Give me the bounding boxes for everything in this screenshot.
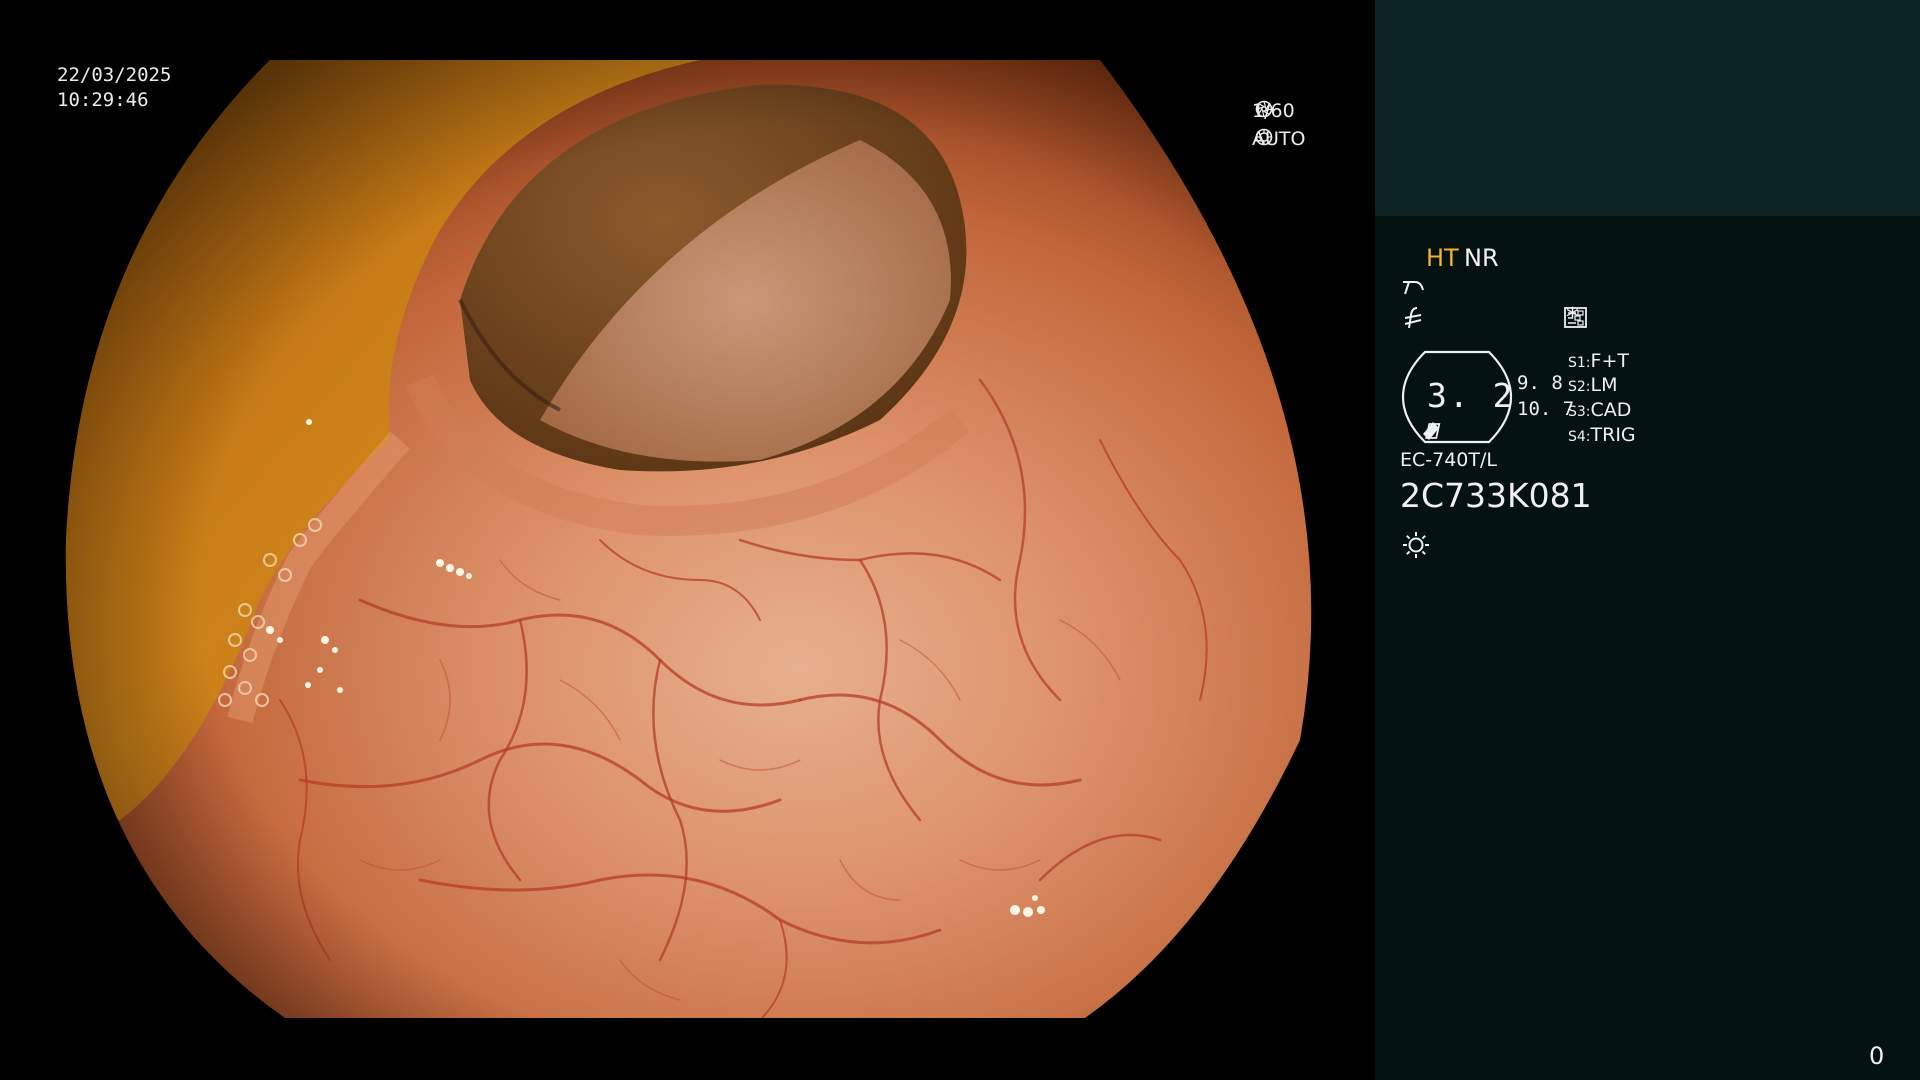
reading-value-b: 10. 7 [1517,398,1575,420]
switch-assignment-4: S4:TRIG [1568,424,1636,446]
panel-header-area [1375,0,1920,216]
scope-model: EC-740T/L [1400,449,1497,471]
switch-value: F+T [1590,350,1629,372]
aperture-icon [1255,100,1273,118]
light-icon [1403,532,1429,558]
switch-assignment-1: S1:F+T [1568,350,1629,372]
mode-ht-label: HT [1426,244,1459,272]
asterisk-indicator: * [1566,303,1579,333]
endoscopic-image: 22/03/2025 10:29:46 1/60 AUTO [0,0,1375,1080]
switch-key: S4: [1568,429,1591,445]
curve-icon [1403,281,1424,295]
iris-icon [1255,128,1273,146]
shutter-speed-readout: 1/60 [1252,100,1295,122]
f-negated-icon [1404,307,1422,329]
info-panel: HT NR * 3. 2 9. 8 10. 7 S1:F+T S2:LM S3:… [1375,0,1920,1080]
switch-value: LM [1590,374,1618,396]
scope-serial-number: 2C733K081 [1400,476,1592,515]
endoscopy-screen: 22/03/2025 10:29:46 1/60 AUTO HT NR * 3.… [0,0,1920,1080]
exam-date: 22/03/2025 [57,64,172,86]
mode-nr-label: NR [1464,244,1499,272]
frame-counter: 0 [1869,1042,1885,1070]
switch-value: CAD [1590,399,1632,421]
switch-key: S2: [1568,379,1591,395]
colon-mucosa-image [65,60,1312,1018]
switch-value: TRIG [1590,424,1636,446]
iris-mode-readout: AUTO [1252,128,1305,150]
enhancement-level-value: 3. 2 [1427,376,1515,415]
reading-value-a: 9. 8 [1517,372,1563,394]
switch-assignment-2: S2:LM [1568,374,1618,396]
switch-assignment-3: S3:CAD [1568,399,1631,421]
exam-time: 10:29:46 [57,89,149,111]
switch-key: S3: [1568,404,1591,420]
switch-key: S1: [1568,355,1591,371]
